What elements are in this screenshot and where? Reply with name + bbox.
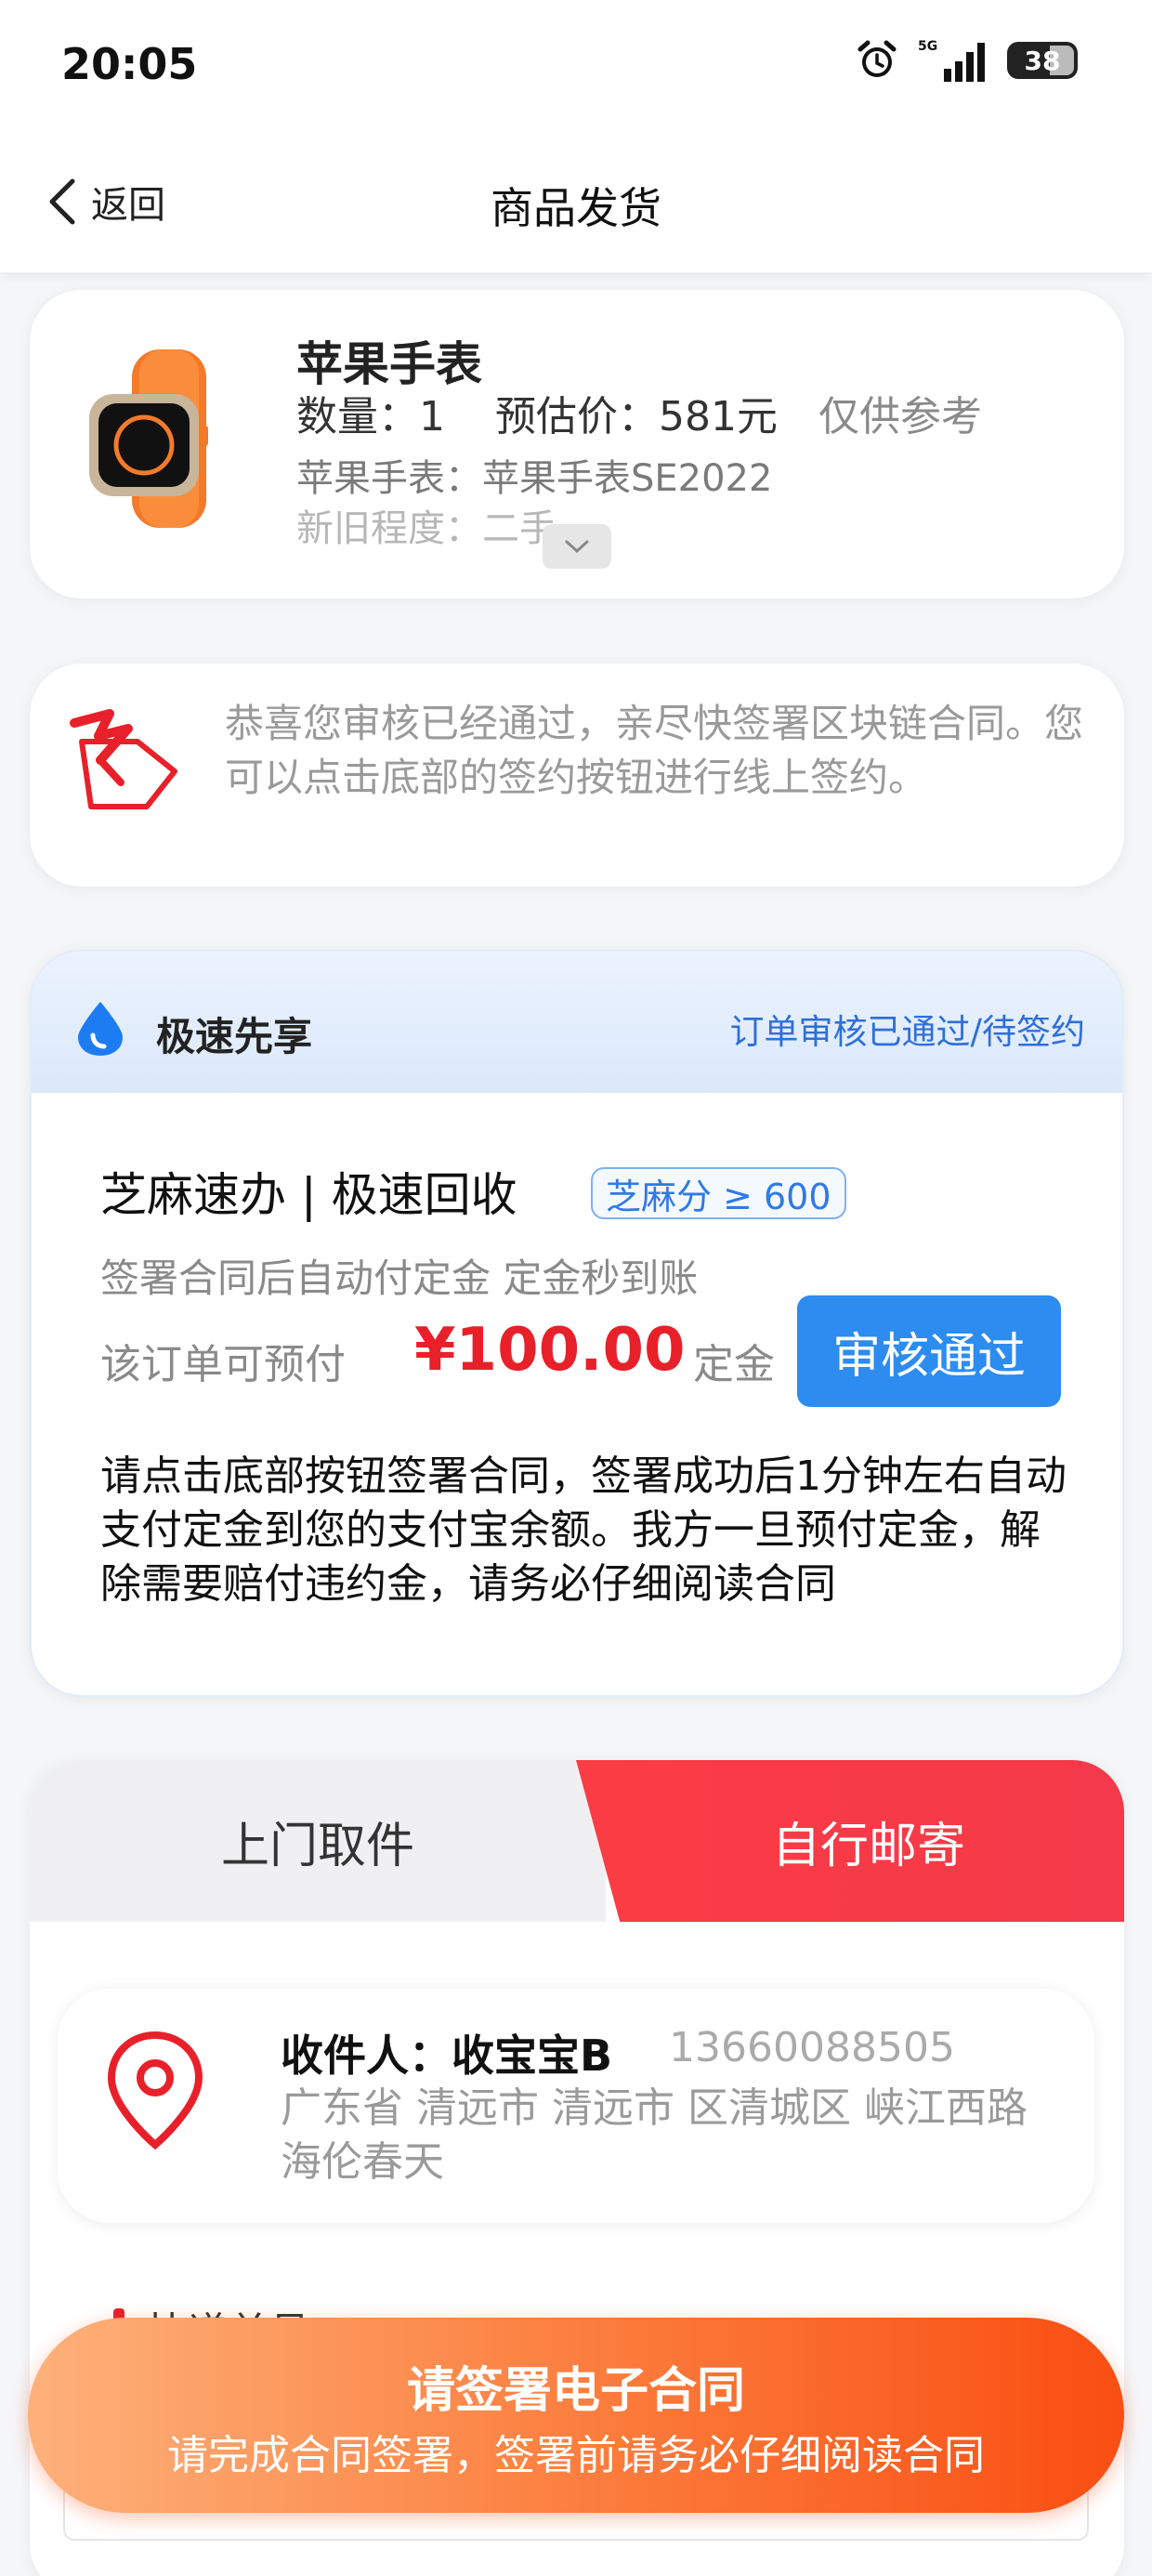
cta-subtitle: 请完成合同签署，签署前请务必仔细阅读合同 [167,2432,985,2479]
prepay-label: 该订单可预付 [100,1341,346,1388]
service-subtitle: 签署合同后自动付定金 定金秒到账 [100,1255,699,1301]
product-card: 苹果手表 数量：1 预估价：581元 仅供参考 苹果手表：苹果手表SE2022 … [30,290,1124,598]
express-description: 请点击底部按钮签署合同，签署成功后1分钟左右自动支付定金到您的支付宝余额。我方一… [100,1452,1067,1608]
battery-level: 38 [1024,45,1061,76]
approval-notice-card: 恭喜您审核已经通过，亲尽快签署区块链合同。您可以点击底部的签约按钮进行线上签约。 [30,664,1124,887]
deposit-label: 定金 [693,1341,775,1388]
contract-sign-icon [70,709,177,809]
receiver-phone: 13660088505 [669,2024,955,2071]
receiver-name: 收件人：收宝宝B [281,2031,613,2081]
order-status: 订单审核已通过/待签约 [729,1012,1085,1052]
network-label: 5G [918,39,937,54]
address-card[interactable]: 收件人：收宝宝B 13660088505 广东省 清远市 清远市 区清城区 峡江… [58,1989,1094,2223]
approved-button[interactable]: 审核通过 [797,1295,1061,1407]
expand-button[interactable] [543,524,611,569]
nav-bar: 返回 商品发货 [0,139,1152,274]
battery-icon: 38 [1007,42,1078,79]
alarm-icon [857,40,897,77]
status-time: 20:05 [61,39,198,89]
notice-text: 恭喜您审核已经通过，亲尽快签署区块链合同。您可以点击底部的签约按钮进行线上签约。 [225,701,1084,800]
sign-contract-button[interactable]: 请签署电子合同 请完成合同签署，签署前请务必仔细阅读合同 [28,2318,1124,2513]
product-reference: 仅供参考 [818,393,982,440]
chevron-down-icon [565,540,589,554]
express-card: 极速先享 订单审核已通过/待签约 芝麻速办 | 极速回收 芝麻分 ≥ 600 签… [30,950,1124,1697]
prepay-amount: ¥100.00 [414,1316,686,1385]
tab-self-mail[interactable]: 自行邮寄 [576,1760,1124,1922]
receiver-address: 广东省 清远市 清远市 区清城区 峡江西路海伦春天 [281,2084,1028,2186]
status-icons: 5G 38 [855,37,1078,84]
product-quantity: 数量：1 [296,393,445,440]
service-title: 芝麻速办 | 极速回收 [100,1168,517,1222]
product-model: 苹果手表：苹果手表SE2022 [296,457,773,500]
sesame-score-badge: 芝麻分 ≥ 600 [591,1167,846,1219]
product-quantity-price: 数量：1 预估价：581元 仅供参考 [296,383,982,442]
express-header: 极速先享 订单审核已通过/待签约 [32,952,1122,1093]
product-image [89,349,208,528]
location-pin-icon [107,2031,203,2150]
shipping-tabs: 上门取件 自行邮寄 [30,1760,1124,1922]
tab-pickup[interactable]: 上门取件 [30,1760,606,1922]
page-title: 商品发货 [491,183,661,233]
water-drop-icon [78,1002,123,1056]
express-title: 极速先享 [156,1014,313,1059]
cta-title: 请签署电子合同 [406,2363,745,2419]
product-estimate: 预估价：581元 [495,393,778,440]
signal-icon: 5G [918,39,985,82]
product-condition: 新旧程度：二手 [296,507,556,550]
status-bar: 20:05 5G 38 [0,0,1152,139]
